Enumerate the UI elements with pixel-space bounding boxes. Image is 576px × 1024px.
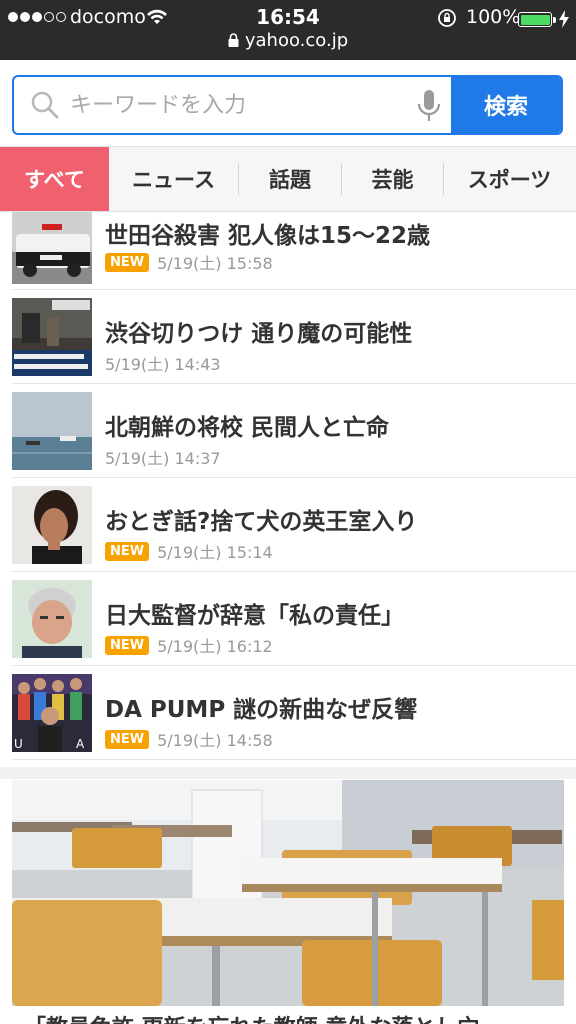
news-meta: NEW 5/19(土) 14:58 [105,727,273,751]
tab-topics[interactable]: 話題 [239,147,341,211]
news-item[interactable]: 世田谷殺害 犯人像は15〜22歳 NEW 5/19(土) 15:58 [12,212,576,290]
tab-sports[interactable]: スポーツ [444,147,575,211]
address-bar[interactable]: yahoo.co.jp [0,30,576,56]
news-date: 5/19(土) 15:14 [157,543,273,562]
url-text: yahoo.co.jp [244,30,349,51]
svg-text:A: A [76,737,85,751]
charging-icon [559,10,569,28]
status-bar: docomo 16:54 100% yahoo.co.jp [0,0,576,60]
news-item[interactable]: U A DA PUMP 謎の新曲なぜ反響 NEW 5/19(土) 14:58 [12,666,576,760]
news-list: 世田谷殺害 犯人像は15〜22歳 NEW 5/19(土) 15:58 渋谷切りつ… [0,212,576,760]
lock-icon [228,33,239,47]
search-icon [31,91,59,119]
battery-percent: 100% [466,6,521,28]
tab-entertainment[interactable]: 芸能 [342,147,443,211]
tab-all[interactable]: すべて [0,147,109,211]
news-thumbnail: U A [12,674,92,752]
news-meta: NEW 5/19(土) 15:58 [105,250,273,274]
search-input[interactable] [70,77,410,133]
news-date: 5/19(土) 15:58 [157,254,273,273]
news-thumbnail [12,486,92,564]
tab-news[interactable]: ニュース [109,147,238,211]
news-item[interactable]: 日大監督が辞意「私の責任」 NEW 5/19(土) 16:12 [12,572,576,666]
rotation-lock-icon [438,9,456,27]
section-divider [0,767,576,779]
news-date: 5/19(土) 14:43 [105,355,221,374]
new-badge: NEW [105,541,150,561]
news-date: 5/19(土) 14:37 [105,449,221,468]
news-headline: 渋谷切りつけ 通り魔の可能性 [105,321,413,347]
news-thumbnail [12,580,92,658]
news-date: 5/19(土) 16:12 [157,637,273,656]
news-item[interactable]: 渋谷切りつけ 通り魔の可能性 5/19(土) 14:43 [12,290,576,384]
microphone-icon[interactable] [416,89,442,123]
feature-image[interactable] [12,780,564,1006]
category-tabs: すべて ニュース 話題 芸能 スポーツ [0,146,576,212]
new-badge: NEW [105,635,150,655]
svg-text:U: U [14,737,23,751]
news-thumbnail [12,298,92,376]
search-box: 検索 [12,75,563,135]
new-badge: NEW [105,729,150,749]
news-meta: NEW 5/19(土) 16:12 [105,633,273,657]
news-headline: DA PUMP 謎の新曲なぜ反響 [105,697,418,723]
news-thumbnail [12,392,92,470]
search-button[interactable]: 検索 [451,77,561,133]
battery-icon [518,12,556,27]
news-meta: NEW 5/19(土) 15:14 [105,539,273,563]
news-meta: 5/19(土) 14:43 [105,351,221,375]
news-date: 5/19(土) 14:58 [157,731,273,750]
news-headline: 日大監督が辞意「私の責任」 [105,603,404,629]
news-headline: おとぎ話?捨て犬の英王室入り [105,509,418,535]
news-item[interactable]: おとぎ話?捨て犬の英王室入り NEW 5/19(土) 15:14 [12,478,576,572]
new-badge: NEW [105,252,150,272]
news-headline: 世田谷殺害 犯人像は15〜22歳 [105,223,431,249]
news-thumbnail [12,212,92,284]
news-headline: 北朝鮮の将校 民間人と亡命 [105,415,390,441]
feature-caption[interactable]: 「教員免許 更新を忘れた教師 意外な落とし穴 [24,1010,479,1024]
news-item[interactable]: 北朝鮮の将校 民間人と亡命 5/19(土) 14:37 [12,384,576,478]
news-meta: 5/19(土) 14:37 [105,445,221,469]
